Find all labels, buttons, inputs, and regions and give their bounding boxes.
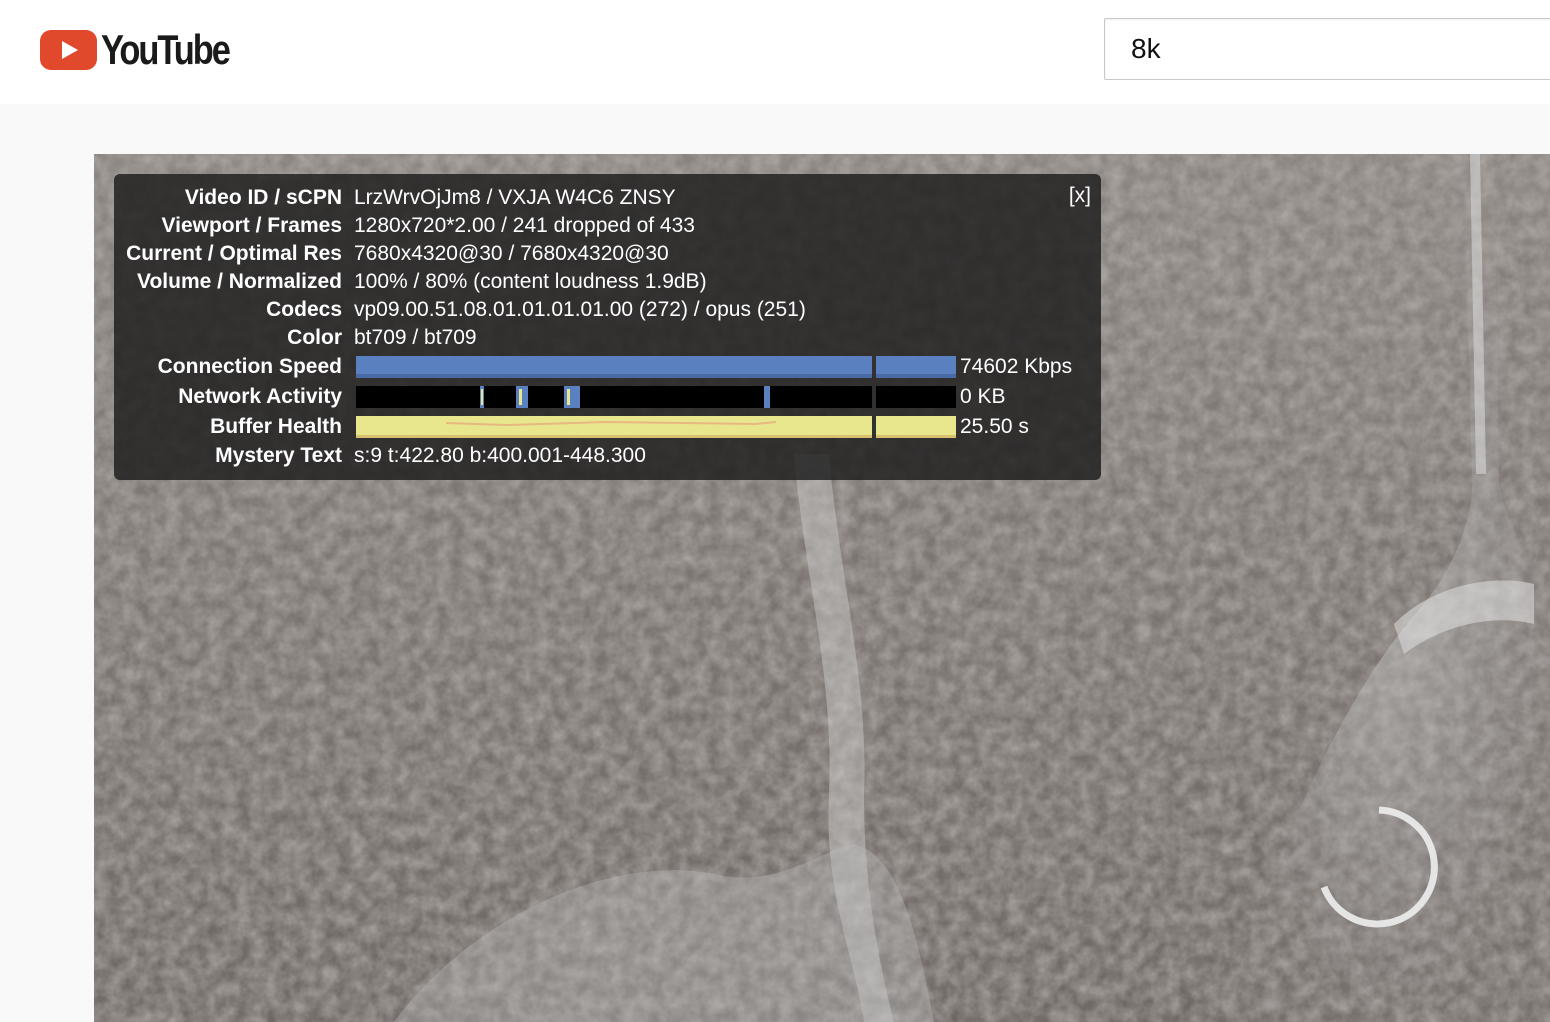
stats-row-resolution: Current / Optimal Res 7680x4320@30 / 768…: [114, 240, 1101, 268]
buffer-health-value: 25.50 s: [960, 415, 1029, 438]
stats-label: Buffer Health: [210, 415, 342, 438]
stats-value: bt709 / bt709: [354, 326, 477, 349]
stats-for-nerds-panel: [x] Video ID / sCPN LrzWrvOjJm8 / VXJA W…: [114, 174, 1101, 480]
stats-row-volume: Volume / Normalized 100% / 80% (content …: [114, 268, 1101, 296]
stats-value: LrzWrvOjJm8 / VXJA W4C6 ZNSY: [354, 186, 676, 209]
stats-value: 1280x720*2.00 / 241 dropped of 433: [354, 214, 695, 237]
stats-label: Network Activity: [178, 385, 342, 408]
connection-speed-graph: [356, 356, 956, 378]
masthead: YouTube: [0, 0, 1550, 104]
stats-row-network-activity: Network Activity 0 KB: [114, 382, 1101, 412]
stats-label: Mystery Text: [215, 444, 342, 467]
youtube-play-icon: [40, 30, 97, 70]
stats-label: Current / Optimal Res: [126, 242, 342, 265]
stats-row-video-id: Video ID / sCPN LrzWrvOjJm8 / VXJA W4C6 …: [114, 184, 1101, 212]
youtube-logo[interactable]: YouTube: [40, 26, 257, 73]
network-activity-graph: [356, 386, 956, 408]
stats-value: vp09.00.51.08.01.01.01.01.00 (272) / opu…: [354, 298, 806, 321]
search-input[interactable]: [1104, 18, 1550, 80]
stats-row-connection-speed: Connection Speed 74602 Kbps: [114, 352, 1101, 382]
stats-row-codecs: Codecs vp09.00.51.08.01.01.01.01.00 (272…: [114, 296, 1101, 324]
stats-value: 100% / 80% (content loudness 1.9dB): [354, 270, 707, 293]
stats-row-buffer-health: Buffer Health 25.50 s: [114, 412, 1101, 442]
buffer-health-graph: [356, 416, 956, 438]
stats-row-viewport: Viewport / Frames 1280x720*2.00 / 241 dr…: [114, 212, 1101, 240]
stats-label: Codecs: [266, 298, 342, 321]
logo-wordmark: YouTube: [101, 26, 231, 73]
loading-spinner-icon: [1320, 806, 1438, 928]
stats-label: Color: [287, 326, 342, 349]
stats-value: s:9 t:422.80 b:400.001-448.300: [354, 444, 646, 467]
stats-row-color: Color bt709 / bt709: [114, 324, 1101, 352]
stats-value: 7680x4320@30 / 7680x4320@30: [354, 242, 669, 265]
stats-label: Volume / Normalized: [137, 270, 342, 293]
stats-label: Viewport / Frames: [161, 214, 342, 237]
stats-row-mystery-text: Mystery Text s:9 t:422.80 b:400.001-448.…: [114, 442, 1101, 470]
stats-label: Video ID / sCPN: [184, 186, 342, 209]
network-activity-value: 0 KB: [960, 385, 1006, 408]
connection-speed-value: 74602 Kbps: [960, 355, 1073, 378]
stats-close-button[interactable]: [x]: [1069, 184, 1091, 208]
video-player[interactable]: [x] Video ID / sCPN LrzWrvOjJm8 / VXJA W…: [94, 154, 1550, 1022]
stats-label: Connection Speed: [157, 355, 342, 378]
